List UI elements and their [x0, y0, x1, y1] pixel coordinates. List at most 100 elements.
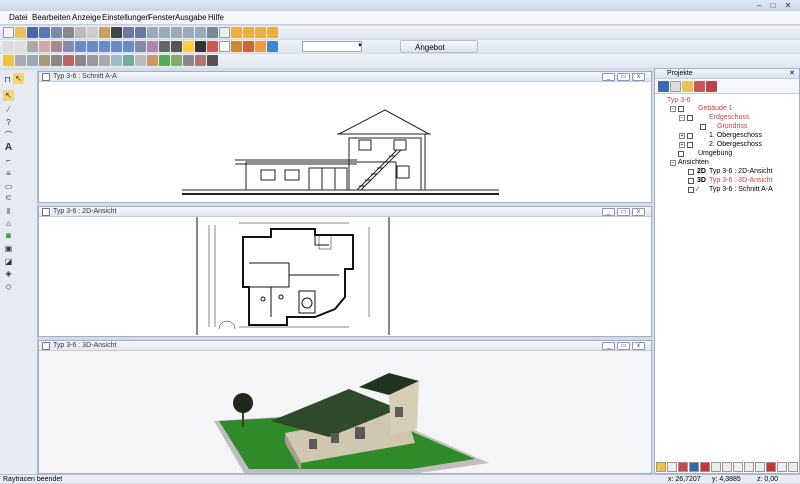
eraser-icon[interactable]: ◇ [3, 281, 14, 292]
view-3d-icon[interactable] [15, 41, 26, 52]
tree-floor-plan[interactable]: Grundriss [717, 123, 747, 131]
save-icon[interactable] [27, 27, 38, 38]
stair-icon[interactable]: ⌐ [3, 155, 14, 166]
tree-collapse-icon[interactable]: − [670, 160, 676, 166]
tree-view-2d[interactable]: Typ 3-6 : 2D-Ansicht [709, 168, 772, 176]
tree-collapse-icon[interactable]: − [679, 115, 685, 121]
select-icon[interactable] [3, 55, 14, 66]
color-icon[interactable] [219, 41, 230, 52]
close-icon[interactable]: ✕ [783, 1, 793, 10]
grid-icon[interactable] [231, 27, 242, 38]
refresh-icon[interactable] [207, 27, 218, 38]
room-icon[interactable] [111, 55, 122, 66]
cascade-icon[interactable] [123, 41, 134, 52]
tree-upper-floor-2[interactable]: 2. Obergeschoss [709, 141, 762, 149]
menu-bearbeiten[interactable]: Bearbeiten [32, 13, 71, 23]
split-h-icon[interactable] [87, 41, 98, 52]
close-icon[interactable]: x [632, 342, 645, 350]
tile-icon[interactable] [111, 41, 122, 52]
menu-datei[interactable]: Datei [9, 13, 28, 23]
zoom-window-icon[interactable] [183, 27, 194, 38]
plan-window[interactable]: Typ 3-6 : 2D-Ansicht _ ▭ x [38, 206, 652, 337]
tree-checkbox[interactable] [700, 124, 706, 130]
ortho-icon[interactable] [255, 27, 266, 38]
light-icon[interactable] [777, 462, 787, 472]
green-object-icon[interactable]: ◙ [3, 230, 14, 241]
help-query-icon[interactable]: ? [3, 117, 14, 128]
view-2d-icon[interactable] [3, 41, 14, 52]
roof-tool-icon[interactable] [63, 55, 74, 66]
roof-icon[interactable]: ⌂ [3, 218, 14, 229]
redo-icon[interactable] [135, 27, 146, 38]
section-window[interactable]: Typ 3-6 : Schnitt A-A _ ▭ x [38, 71, 652, 203]
surface-icon[interactable]: ▭ [3, 181, 14, 192]
tree-checkbox[interactable] [687, 142, 693, 148]
tree-checkbox[interactable] [678, 106, 684, 112]
folder-icon[interactable] [656, 462, 666, 472]
terrain-icon[interactable] [171, 55, 182, 66]
new-file-icon[interactable] [3, 27, 14, 38]
pen-icon[interactable] [27, 41, 38, 52]
tree-checkbox[interactable] [687, 133, 693, 139]
raytrace-icon[interactable] [195, 41, 206, 52]
monitor-icon[interactable] [171, 41, 182, 52]
building-icon[interactable] [678, 462, 688, 472]
tree-checkbox[interactable] [688, 187, 694, 193]
hatch-icon[interactable]: ≡ [3, 168, 14, 179]
close-icon[interactable]: ✕ [789, 69, 795, 79]
folder-icon[interactable] [682, 81, 693, 92]
window-tool-icon[interactable] [27, 55, 38, 66]
material-icon[interactable] [207, 41, 218, 52]
chevron-down-icon[interactable]: ▼ [356, 41, 364, 52]
furniture-icon[interactable] [147, 55, 158, 66]
layer-select[interactable] [302, 41, 362, 52]
tree-root[interactable]: Typ 3-6 [667, 97, 690, 105]
open-folder-icon[interactable] [15, 27, 26, 38]
tree-collapse-icon[interactable]: − [670, 106, 676, 112]
tree-checkbox[interactable] [688, 169, 694, 175]
plant-icon[interactable] [159, 55, 170, 66]
restore-icon[interactable]: ▭ [617, 73, 630, 81]
slab-icon[interactable] [99, 55, 110, 66]
line-icon[interactable]: ∕ [3, 104, 14, 115]
window-icon[interactable] [733, 462, 743, 472]
material-icon[interactable] [744, 462, 754, 472]
pointer-icon[interactable]: ↖ [13, 73, 24, 84]
tree-building[interactable]: Gebäude 1 [698, 105, 733, 113]
cut-icon[interactable] [75, 27, 86, 38]
text-tool-icon[interactable] [135, 55, 146, 66]
dimension-icon[interactable] [123, 55, 134, 66]
help-icon[interactable] [267, 41, 278, 52]
beam-icon[interactable] [87, 55, 98, 66]
minimize-icon[interactable]: _ [602, 208, 615, 216]
flag-icon[interactable] [766, 462, 776, 472]
print-icon[interactable] [63, 27, 74, 38]
cabinet-icon[interactable]: ▣ [3, 243, 14, 254]
restore-icon[interactable]: ▭ [617, 208, 630, 216]
flag-icon[interactable] [700, 462, 710, 472]
camera-icon[interactable] [159, 41, 170, 52]
layers-icon[interactable] [51, 41, 62, 52]
fill-icon[interactable]: ◪ [3, 256, 14, 267]
paint-icon[interactable] [255, 41, 266, 52]
3d-object-icon[interactable]: ◈ [3, 268, 14, 279]
pen-icon[interactable] [689, 462, 699, 472]
stair-tool-icon[interactable] [51, 55, 62, 66]
image-icon[interactable] [722, 462, 732, 472]
menu-hilfe[interactable]: Hilfe [208, 13, 224, 23]
object-icon[interactable] [711, 462, 721, 472]
delete-icon[interactable] [111, 27, 122, 38]
zoom-in-icon[interactable] [159, 27, 170, 38]
tree-view-section[interactable]: Typ 3-6 : Schnitt A-A [709, 186, 773, 194]
tree-view-3d[interactable]: Typ 3-6 : 3D-Ansicht [709, 177, 772, 185]
tree-surroundings[interactable]: Umgebung [698, 150, 732, 158]
tree-expand-icon[interactable]: + [679, 133, 685, 139]
symbol-icon[interactable] [183, 55, 194, 66]
column-tool-icon[interactable]: ‖ [3, 206, 14, 217]
door-tool-icon[interactable] [39, 55, 50, 66]
measure-icon[interactable] [267, 27, 278, 38]
layers-panel-icon[interactable] [694, 81, 705, 92]
minimize-icon[interactable]: _ [602, 342, 615, 350]
text-icon[interactable]: A [3, 142, 14, 153]
opening-icon[interactable]: ⊂ [3, 192, 14, 203]
